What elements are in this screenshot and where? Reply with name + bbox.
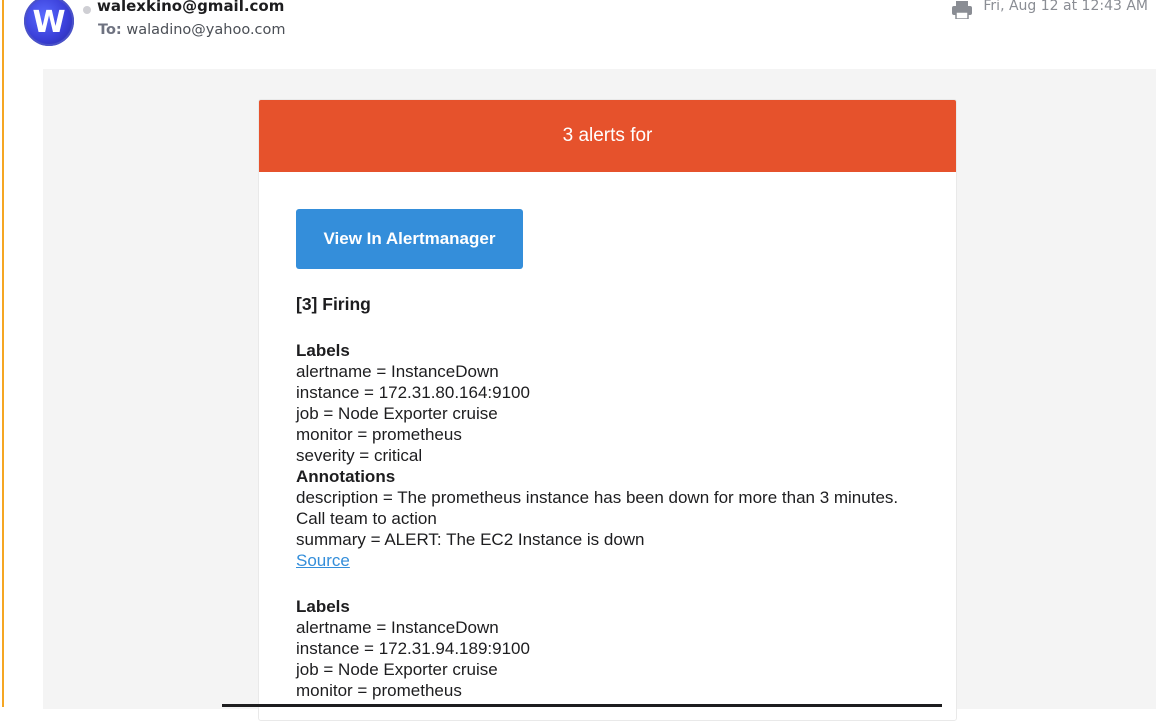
- annotations-heading: Annotations: [296, 467, 396, 486]
- email-date: Fri, Aug 12 at 12:43 AM: [983, 0, 1148, 14]
- status-dot: [83, 6, 91, 14]
- sender-avatar[interactable]: W: [24, 0, 74, 46]
- avatar-letter: W: [32, 4, 66, 40]
- labels-heading: Labels: [296, 341, 350, 360]
- annotation-line: description = The prometheus instance ha…: [296, 488, 899, 528]
- label-line: job = Node Exporter cruise: [296, 404, 498, 423]
- annotation-line: summary = ALERT: The EC2 Instance is dow…: [296, 530, 645, 549]
- view-in-alertmanager-button[interactable]: View In Alertmanager: [296, 209, 523, 269]
- firing-title: [3] Firing: [296, 294, 371, 314]
- labels-heading: Labels: [296, 597, 350, 616]
- label-line: instance = 172.31.80.164:9100: [296, 383, 530, 402]
- label-line: alertname = InstanceDown: [296, 362, 499, 381]
- print-icon[interactable]: [951, 1, 973, 19]
- to-label: To:: [98, 22, 122, 38]
- alert-content: View In Alertmanager [3] Firing Labels a…: [259, 172, 956, 701]
- sender-email[interactable]: walexkino@gmail.com: [97, 0, 284, 15]
- alert-block: Labels alertname = InstanceDown instance…: [296, 340, 919, 571]
- email-body-canvas: 3 alerts for View In Alertmanager [3] Fi…: [43, 69, 1156, 721]
- label-line: alertname = InstanceDown: [296, 618, 499, 637]
- banner-title: 3 alerts for: [562, 125, 653, 146]
- alert-block: Labels alertname = InstanceDown instance…: [296, 596, 919, 701]
- label-line: monitor = prometheus: [296, 681, 462, 700]
- left-accent-bar: [2, 0, 4, 707]
- label-line: job = Node Exporter cruise: [296, 660, 498, 679]
- label-line: monitor = prometheus: [296, 425, 462, 444]
- recipient-line: To: waladino@yahoo.com: [98, 22, 286, 38]
- label-line: instance = 172.31.94.189:9100: [296, 639, 530, 658]
- recipient-email[interactable]: waladino@yahoo.com: [126, 22, 285, 38]
- source-link[interactable]: Source: [296, 551, 350, 570]
- label-line: severity = critical: [296, 446, 423, 465]
- alert-card: 3 alerts for View In Alertmanager [3] Fi…: [258, 99, 957, 721]
- alert-banner: 3 alerts for: [259, 100, 956, 172]
